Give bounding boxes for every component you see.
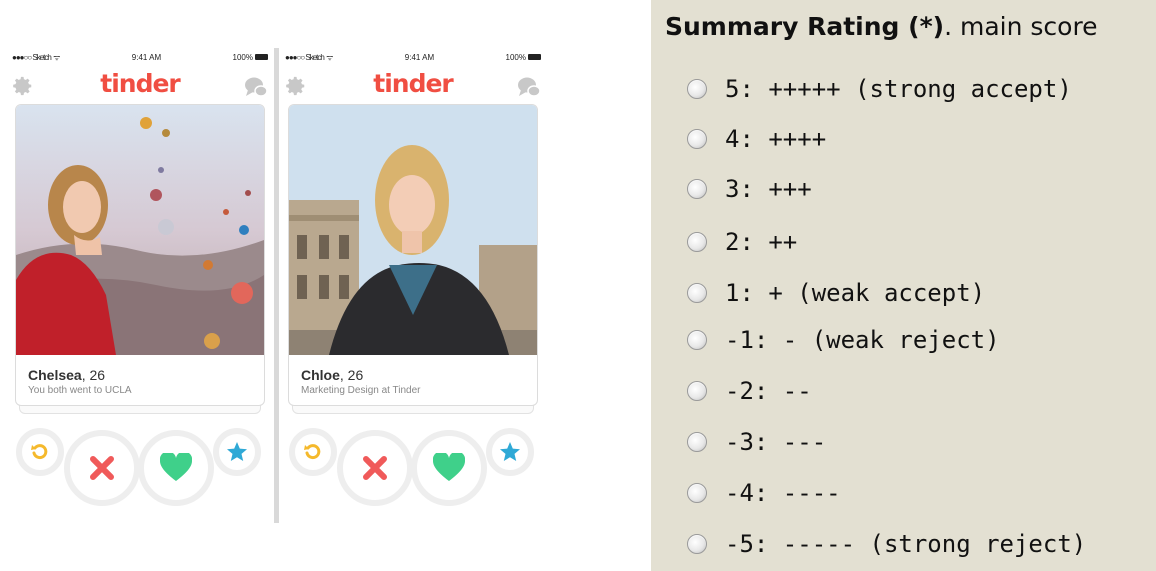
profile-card[interactable]: Chloe, 26 Marketing Design at Tinder <box>288 104 538 406</box>
super-like-star-icon <box>227 442 247 461</box>
nav-bar: tinder <box>279 66 547 104</box>
action-bar <box>279 422 547 512</box>
chat-bubbles-icon[interactable] <box>517 76 541 98</box>
wifi-icon: ᯤ <box>326 52 334 62</box>
like-heart-icon <box>160 453 192 481</box>
battery-percent: 100% <box>505 52 526 62</box>
chat-bubbles-icon[interactable] <box>244 76 268 98</box>
nope-button[interactable] <box>337 430 413 506</box>
profile-age: , 26 <box>339 367 364 383</box>
carrier: ●●●○○ Sketch <box>285 52 325 62</box>
card-caption: Chelsea, 26 You both went to UCLA <box>28 367 132 396</box>
radio-button[interactable] <box>687 432 707 452</box>
undo-button[interactable] <box>289 428 337 476</box>
battery-icon <box>255 54 268 61</box>
undo-icon <box>31 444 48 460</box>
rating-title-bold: Summary Rating (*) <box>665 12 945 41</box>
wifi-icon: ᯤ <box>53 52 61 62</box>
rating-option-1[interactable]: 1: + (weak accept) <box>687 276 985 310</box>
battery-icon <box>528 54 541 61</box>
radio-button[interactable] <box>687 483 707 503</box>
profile-card[interactable]: Chelsea, 26 You both went to UCLA <box>15 104 265 406</box>
profile-name: Chelsea <box>28 367 82 383</box>
nope-x-icon <box>363 456 387 480</box>
carrier: ●●●○○ Sketch <box>12 52 52 62</box>
like-button[interactable] <box>138 430 214 506</box>
tinder-logo: tinder <box>100 69 181 98</box>
radio-button[interactable] <box>687 179 707 199</box>
super-like-button[interactable] <box>486 428 534 476</box>
rating-option-2[interactable]: 2: ++ <box>687 225 797 259</box>
profile-age: , 26 <box>81 367 106 383</box>
undo-icon <box>304 444 321 460</box>
nav-bar: tinder <box>6 66 274 104</box>
rating-option-minus-5[interactable]: -5: ----- (strong reject) <box>687 527 1086 561</box>
radio-button[interactable] <box>687 381 707 401</box>
profile-photo <box>289 105 537 355</box>
rating-option-5[interactable]: 5: +++++ (strong accept) <box>687 72 1072 106</box>
profile-subtitle: Marketing Design at Tinder <box>301 385 421 396</box>
rating-option-3[interactable]: 3: +++ <box>687 172 812 206</box>
tinder-mockup: ●●●○○ Sketch ᯤ 9:41 AM 100% tinder Chels… <box>6 48 547 523</box>
radio-button[interactable] <box>687 129 707 149</box>
rating-option-4[interactable]: 4: ++++ <box>687 122 826 156</box>
phone-screen-2: ●●●○○ Sketch ᯤ 9:41 AM 100% tinder Chloe… <box>279 48 547 523</box>
like-button[interactable] <box>411 430 487 506</box>
clock: 9:41 AM <box>404 52 435 62</box>
action-bar <box>6 422 274 512</box>
status-bar: ●●●○○ Sketch ᯤ 9:41 AM 100% <box>279 48 547 66</box>
phone-screen-1: ●●●○○ Sketch ᯤ 9:41 AM 100% tinder Chels… <box>6 48 274 523</box>
radio-button[interactable] <box>687 330 707 350</box>
rating-title-rest: . main score <box>944 12 1098 41</box>
super-like-button[interactable] <box>213 428 261 476</box>
rating-option-minus-4[interactable]: -4: ---- <box>687 476 841 510</box>
profile-subtitle: You both went to UCLA <box>28 385 132 396</box>
like-heart-icon <box>433 453 465 481</box>
super-like-star-icon <box>500 442 520 461</box>
card-stack: Chelsea, 26 You both went to UCLA <box>15 104 265 414</box>
card-caption: Chloe, 26 Marketing Design at Tinder <box>301 367 421 396</box>
radio-button[interactable] <box>687 232 707 252</box>
radio-button[interactable] <box>687 283 707 303</box>
nope-x-icon <box>90 456 114 480</box>
undo-button[interactable] <box>16 428 64 476</box>
radio-button[interactable] <box>687 534 707 554</box>
radio-button[interactable] <box>687 79 707 99</box>
battery-percent: 100% <box>232 52 253 62</box>
rating-option-minus-1[interactable]: -1: - (weak reject) <box>687 323 1000 357</box>
card-stack: Chloe, 26 Marketing Design at Tinder <box>288 104 538 414</box>
rating-title: Summary Rating (*). main score <box>665 12 1098 41</box>
clock: 9:41 AM <box>131 52 162 62</box>
tinder-logo: tinder <box>373 69 454 98</box>
profile-photo <box>16 105 264 355</box>
nope-button[interactable] <box>64 430 140 506</box>
rating-option-minus-2[interactable]: -2: -- <box>687 374 812 408</box>
summary-rating-panel: Summary Rating (*). main score 5: +++++ … <box>651 0 1156 571</box>
rating-option-minus-3[interactable]: -3: --- <box>687 425 826 459</box>
status-bar: ●●●○○ Sketch ᯤ 9:41 AM 100% <box>6 48 274 66</box>
profile-name: Chloe <box>301 367 340 383</box>
